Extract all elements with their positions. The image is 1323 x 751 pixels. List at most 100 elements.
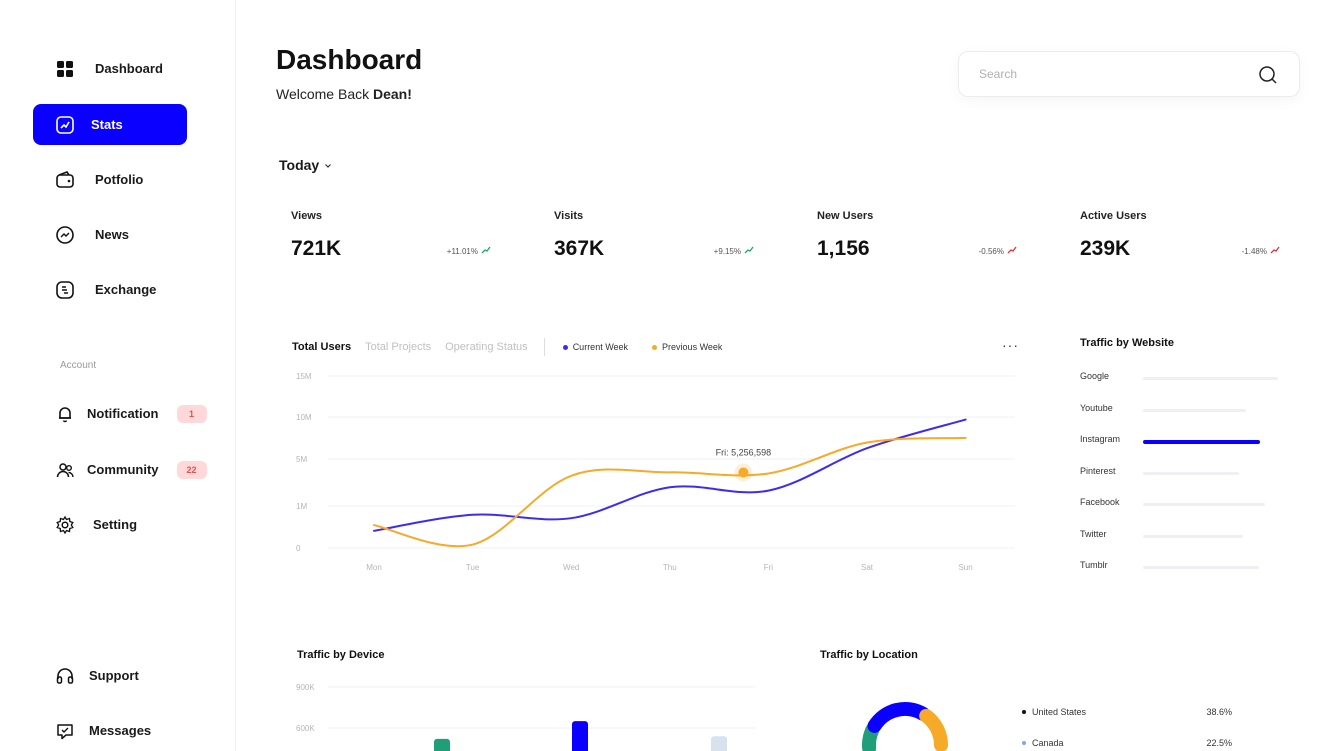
website-row-google: Google [1080, 371, 1280, 387]
donut-segment [867, 702, 930, 733]
sidebar-item-messages[interactable]: Messages [33, 710, 187, 751]
website-bar-track [1143, 566, 1259, 569]
sidebar-item-exchange[interactable]: Exchange [33, 269, 187, 310]
location-dot [1022, 741, 1026, 745]
stat-change-value: +11.01% [446, 246, 478, 256]
x-tick-label: Sun [958, 563, 972, 572]
trend-down-icon [1270, 246, 1280, 256]
sidebar-item-label: Stats [91, 117, 123, 132]
x-tick-label: Wed [563, 563, 579, 572]
x-tick-label: Thu [663, 563, 677, 572]
y-tick-label: 1M [296, 502, 307, 511]
sidebar-item-potfolio[interactable]: Potfolio [33, 159, 187, 200]
chevron-down-icon [324, 157, 332, 173]
sidebar-item-dashboard[interactable]: Dashboard [33, 48, 187, 89]
search-input[interactable] [979, 67, 1239, 81]
stat-value: 367K [554, 237, 605, 260]
stat-label: New Users [817, 210, 874, 222]
stat-change: -1.48% [1242, 246, 1280, 256]
total-users-line-chart: 0 1M 5M 10M 15M Mon Tue Wed Thu Fri Sat Sun Fri: 5,2… [296, 372, 1015, 572]
stat-value: 1,156 [817, 237, 870, 260]
x-tick-label: Fri [764, 563, 774, 572]
x-tick-label: Mon [366, 563, 382, 572]
sidebar-item-label: Potfolio [95, 172, 144, 187]
donut-segment [919, 708, 948, 751]
search-icon[interactable] [1257, 64, 1279, 91]
traffic-by-website-title: Traffic by Website [1080, 337, 1174, 349]
tab-total-projects[interactable]: Total Projects [365, 341, 431, 353]
sidebar-item-support[interactable]: Support [33, 655, 187, 696]
sidebar-item-label: Community [87, 462, 159, 477]
sidebar-item-news[interactable]: News [33, 214, 187, 255]
website-row-instagram: Instagram [1080, 434, 1280, 450]
sidebar-item-label: Setting [93, 517, 138, 532]
tab-total-users[interactable]: Total Users [292, 341, 351, 353]
website-row-facebook: Facebook [1080, 497, 1280, 513]
legend-label: Current Week [572, 342, 629, 352]
website-name: Instagram [1080, 434, 1121, 444]
tooltip-label: Fri: 5,256,598 [716, 447, 772, 457]
more-options-button[interactable]: ··· [1002, 337, 1019, 353]
stat-card-active-users: Active Users 239K -1.48% [1080, 210, 1280, 260]
sidebar-item-stats[interactable]: Stats [33, 104, 187, 145]
sidebar-item-label: Messages [89, 723, 152, 738]
website-bar-track [1143, 377, 1278, 380]
y-tick-label: 5M [296, 455, 307, 464]
stat-card-views: Views 721K +11.01% [291, 210, 491, 260]
highlight-point[interactable] [738, 467, 749, 478]
trend-up-icon [744, 246, 754, 256]
community-count-badge: 22 [176, 460, 207, 479]
search-box [958, 51, 1300, 97]
website-bar-track [1143, 439, 1260, 444]
website-name: Youtube [1080, 402, 1113, 413]
sidebar-item-label: Support [89, 668, 139, 683]
chart-icon [55, 115, 75, 135]
sidebar-item-label: Exchange [95, 282, 157, 297]
stat-change: +9.15% [714, 246, 754, 256]
website-bar-fill [1143, 439, 1260, 444]
users-icon [55, 460, 75, 480]
grid-icon [55, 59, 75, 79]
message-icon [55, 721, 75, 741]
gear-icon [55, 515, 75, 535]
website-name: Twitter [1080, 528, 1107, 539]
stat-value: 721K [291, 237, 342, 260]
legend-current-week: Current Week [562, 342, 629, 352]
period-dropdown[interactable]: Today [279, 157, 332, 173]
wallet-icon [55, 170, 75, 190]
stat-change: +11.01% [447, 246, 491, 256]
tab-divider [543, 338, 545, 356]
notification-count-badge: 1 [176, 404, 207, 423]
legend-previous-week: Previous Week [652, 342, 722, 352]
sidebar-item-notification[interactable]: Notification 1 [33, 393, 207, 434]
stat-card-new-users: New Users 1,156 -0.56% [817, 210, 1017, 260]
current-week-line [373, 418, 967, 532]
y-tick-label: 0 [296, 544, 301, 553]
website-bar-track [1143, 408, 1246, 412]
trend-down-icon [1007, 246, 1017, 256]
chart-tabs: Total Users Total Projects Operating Sta… [292, 338, 746, 356]
stat-value: 239K [1080, 237, 1131, 260]
x-tick-label: Tue [466, 563, 480, 572]
sidebar-item-community[interactable]: Community 22 [33, 449, 207, 490]
website-bar-track [1143, 534, 1243, 538]
legend-dot [562, 344, 568, 350]
traffic-by-device-bar-chart: 900K 600K [296, 683, 755, 751]
website-name: Pinterest [1080, 465, 1116, 476]
sidebar-item-label: News [95, 227, 129, 242]
stat-change-value: -1.48% [1241, 246, 1267, 256]
stat-label: Visits [554, 210, 584, 222]
stat-change: -0.56% [979, 246, 1017, 256]
page-title: Dashboard [276, 44, 423, 75]
traffic-by-location-donut [862, 702, 948, 751]
location-percent: 38.6% [1206, 707, 1232, 717]
location-name: United States [1032, 707, 1087, 717]
sidebar-item-label: Notification [87, 406, 159, 421]
sidebar-item-setting[interactable]: Setting [33, 504, 187, 545]
stat-label: Active Users [1080, 210, 1147, 222]
stat-change-value: -0.56% [978, 246, 1004, 256]
location-name: Canada [1032, 738, 1064, 748]
website-name: Facebook [1080, 497, 1120, 507]
tab-operating-status[interactable]: Operating Status [445, 341, 528, 353]
website-bar-track [1143, 471, 1239, 475]
